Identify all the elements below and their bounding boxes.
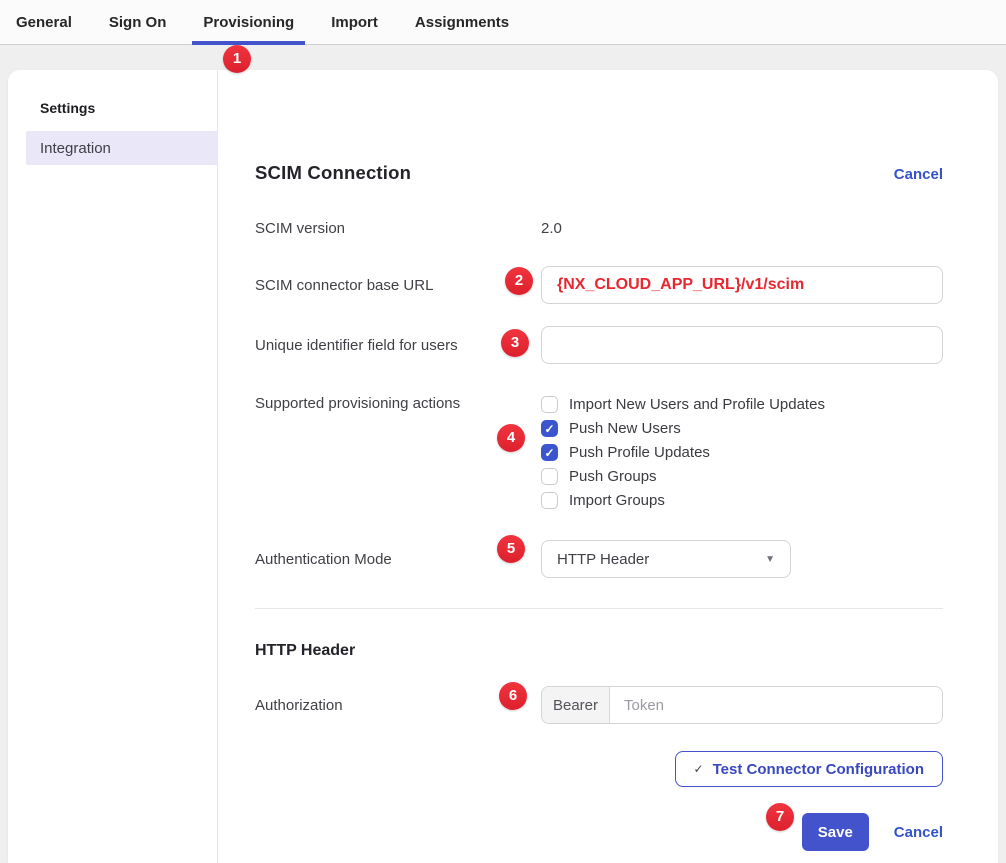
checkbox-icon[interactable] (541, 468, 558, 485)
unique-id-label: Unique identifier field for users (255, 326, 541, 354)
scim-connection-form: SCIM Connection Cancel SCIM version 2.0 … (255, 70, 943, 851)
tab-assignments[interactable]: Assignments (415, 0, 509, 44)
annotation-badge-3: 3 (501, 329, 529, 357)
token-input[interactable] (610, 687, 942, 723)
annotation-badge-5: 5 (497, 535, 525, 563)
checkbox-checked-icon[interactable] (541, 444, 558, 461)
test-connector-button[interactable]: ✓ Test Connector Configuration (675, 751, 943, 787)
tab-import[interactable]: Import (331, 0, 378, 44)
checkbox-push-profile-updates[interactable]: Push Profile Updates (541, 440, 943, 464)
section-divider (255, 608, 943, 609)
provisioning-actions-label: Supported provisioning actions (255, 392, 541, 412)
app-tab-bar: General Sign On Provisioning Import Assi… (0, 0, 1006, 45)
annotation-badge-4: 4 (497, 424, 525, 452)
sidebar-heading: Settings (40, 100, 217, 116)
tab-provisioning[interactable]: Provisioning (203, 0, 294, 44)
tab-sign-on[interactable]: Sign On (109, 0, 167, 44)
cancel-link-top[interactable]: Cancel (894, 166, 943, 183)
annotation-badge-1: 1 (223, 45, 251, 73)
chevron-down-icon: ▼ (765, 554, 775, 565)
scim-version-label: SCIM version (255, 220, 541, 237)
annotation-badge-6: 6 (499, 682, 527, 710)
sidebar-item-integration[interactable]: Integration (26, 131, 218, 165)
base-url-input[interactable] (541, 266, 943, 304)
check-icon: ✓ (694, 762, 704, 776)
auth-mode-select[interactable]: HTTP Header ▼ (541, 540, 791, 578)
sidebar-item-label: Integration (40, 140, 111, 157)
cancel-link-bottom[interactable]: Cancel (894, 824, 943, 841)
tab-general[interactable]: General (16, 0, 72, 44)
page-title: SCIM Connection (255, 162, 411, 184)
checkbox-import-groups[interactable]: Import Groups (541, 488, 943, 512)
bearer-prefix: Bearer (542, 687, 610, 723)
provisioning-card: Settings Integration SCIM Connection Can… (8, 70, 998, 863)
annotation-badge-2: 2 (505, 267, 533, 295)
checkbox-checked-icon[interactable] (541, 420, 558, 437)
authorization-label: Authorization (255, 686, 541, 714)
checkbox-push-new-users[interactable]: Push New Users (541, 416, 943, 440)
base-url-label: SCIM connector base URL (255, 266, 541, 294)
annotation-badge-7: 7 (766, 803, 794, 831)
checkbox-push-groups[interactable]: Push Groups (541, 464, 943, 488)
auth-mode-selected-value: HTTP Header (557, 551, 649, 568)
authorization-input-group: Bearer (541, 686, 943, 724)
unique-id-input[interactable] (541, 326, 943, 364)
checkbox-icon[interactable] (541, 396, 558, 413)
scim-version-value: 2.0 (541, 220, 943, 237)
save-button[interactable]: Save (802, 813, 869, 851)
checkbox-icon[interactable] (541, 492, 558, 509)
checkbox-import-new-users[interactable]: Import New Users and Profile Updates (541, 392, 943, 416)
settings-sidebar: Settings Integration (8, 70, 218, 863)
http-header-section-title: HTTP Header (255, 642, 943, 660)
